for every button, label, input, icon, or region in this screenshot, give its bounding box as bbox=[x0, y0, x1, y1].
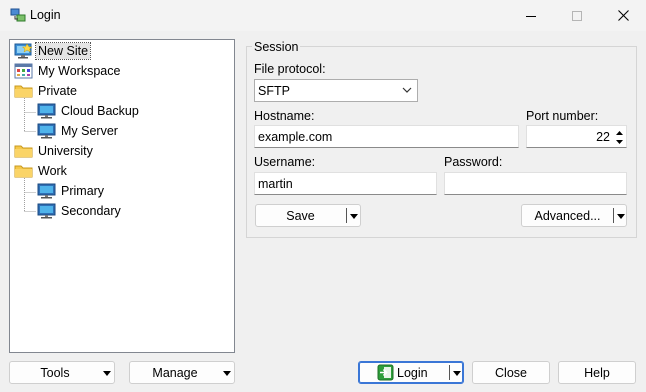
close-button-label: Close bbox=[495, 365, 527, 380]
port-number-input[interactable]: 22 bbox=[526, 125, 627, 148]
file-protocol-label: File protocol: bbox=[254, 62, 326, 76]
maximize-icon bbox=[572, 10, 582, 21]
close-window-button[interactable] bbox=[600, 0, 646, 31]
port-number-value: 22 bbox=[596, 129, 610, 144]
password-label: Password: bbox=[444, 155, 503, 169]
tools-button[interactable]: Tools bbox=[9, 361, 115, 384]
folder-icon bbox=[14, 145, 33, 158]
tree-item-secondary[interactable]: Secondary bbox=[37, 201, 121, 221]
tree-item-label: Cloud Backup bbox=[61, 104, 139, 118]
app-icon bbox=[10, 8, 26, 22]
workspace-icon bbox=[14, 63, 33, 79]
manage-button-label: Manage bbox=[152, 365, 198, 380]
help-button-label: Help bbox=[584, 365, 610, 380]
help-button[interactable]: Help bbox=[558, 361, 636, 384]
minimize-button[interactable] bbox=[508, 0, 554, 31]
login-dropdown-arrow-icon[interactable] bbox=[453, 371, 461, 376]
hostname-value: example.com bbox=[258, 129, 333, 144]
tree-item-label: My Server bbox=[61, 124, 118, 138]
manage-dropdown-arrow-icon bbox=[223, 371, 231, 376]
window-title: Login bbox=[30, 8, 61, 22]
port-number-label: Port number: bbox=[526, 109, 599, 123]
computer-icon bbox=[37, 183, 56, 199]
login-window: Login New Site My Workspace Private Clou… bbox=[0, 0, 646, 392]
computer-icon bbox=[37, 203, 56, 219]
save-button[interactable]: Save bbox=[255, 204, 361, 227]
close-button[interactable]: Close bbox=[472, 361, 550, 384]
spin-down-icon bbox=[616, 139, 623, 144]
advanced-button-label: Advanced... bbox=[534, 208, 601, 223]
hostname-input[interactable]: example.com bbox=[254, 125, 519, 148]
login-split-divider bbox=[449, 365, 450, 380]
maximize-button[interactable] bbox=[554, 0, 600, 31]
tree-item-private[interactable]: Private bbox=[14, 81, 77, 101]
title-bar: Login bbox=[0, 0, 646, 31]
tree-item-primary[interactable]: Primary bbox=[37, 181, 104, 201]
tree-item-label: Private bbox=[38, 84, 77, 98]
save-split-divider bbox=[346, 208, 347, 223]
username-value: martin bbox=[258, 176, 293, 191]
login-button-label: Login bbox=[397, 365, 428, 380]
username-label: Username: bbox=[254, 155, 316, 169]
chevron-down-icon bbox=[402, 87, 412, 93]
manage-button[interactable]: Manage bbox=[129, 361, 235, 384]
new-site-icon bbox=[14, 43, 33, 59]
spin-up-icon bbox=[616, 130, 623, 135]
computer-icon bbox=[37, 103, 56, 119]
tree-item-label: Primary bbox=[61, 184, 105, 198]
tree-item-my-server[interactable]: My Server bbox=[37, 121, 118, 141]
save-dropdown-arrow-icon[interactable] bbox=[350, 214, 358, 219]
tree-item-label: New Site bbox=[34, 42, 92, 60]
site-tree[interactable]: New Site My Workspace Private Cloud Back… bbox=[9, 39, 235, 353]
advanced-split-divider bbox=[613, 208, 614, 223]
advanced-button[interactable]: Advanced... bbox=[521, 204, 627, 227]
hostname-label: Hostname: bbox=[254, 109, 315, 123]
tools-button-label: Tools bbox=[40, 365, 70, 380]
tree-item-new-site[interactable]: New Site bbox=[14, 41, 92, 61]
port-spin-up[interactable] bbox=[614, 128, 625, 137]
folder-icon bbox=[14, 85, 33, 98]
file-protocol-value: SFTP bbox=[258, 83, 290, 98]
login-icon bbox=[377, 364, 394, 381]
login-button[interactable]: Login bbox=[358, 361, 464, 384]
session-group-title: Session bbox=[252, 40, 301, 54]
port-spin-down[interactable] bbox=[614, 137, 625, 146]
tree-item-my-workspace[interactable]: My Workspace bbox=[14, 61, 120, 81]
tree-item-label: University bbox=[38, 144, 93, 158]
username-input[interactable]: martin bbox=[254, 172, 437, 195]
tree-item-work[interactable]: Work bbox=[14, 161, 67, 181]
tree-item-label: My Workspace bbox=[38, 64, 121, 78]
folder-icon bbox=[14, 165, 33, 178]
tree-item-label: Secondary bbox=[61, 204, 121, 218]
file-protocol-select[interactable]: SFTP bbox=[254, 79, 418, 102]
tools-dropdown-arrow-icon bbox=[103, 371, 111, 376]
advanced-dropdown-arrow-icon[interactable] bbox=[617, 214, 625, 219]
tree-item-university[interactable]: University bbox=[14, 141, 93, 161]
save-button-label: Save bbox=[286, 208, 315, 223]
minimize-icon bbox=[526, 15, 536, 17]
computer-icon bbox=[37, 123, 56, 139]
tree-item-cloud-backup[interactable]: Cloud Backup bbox=[37, 101, 139, 121]
close-icon bbox=[617, 10, 629, 21]
tree-item-label: Work bbox=[38, 164, 67, 178]
password-input[interactable] bbox=[444, 172, 627, 195]
